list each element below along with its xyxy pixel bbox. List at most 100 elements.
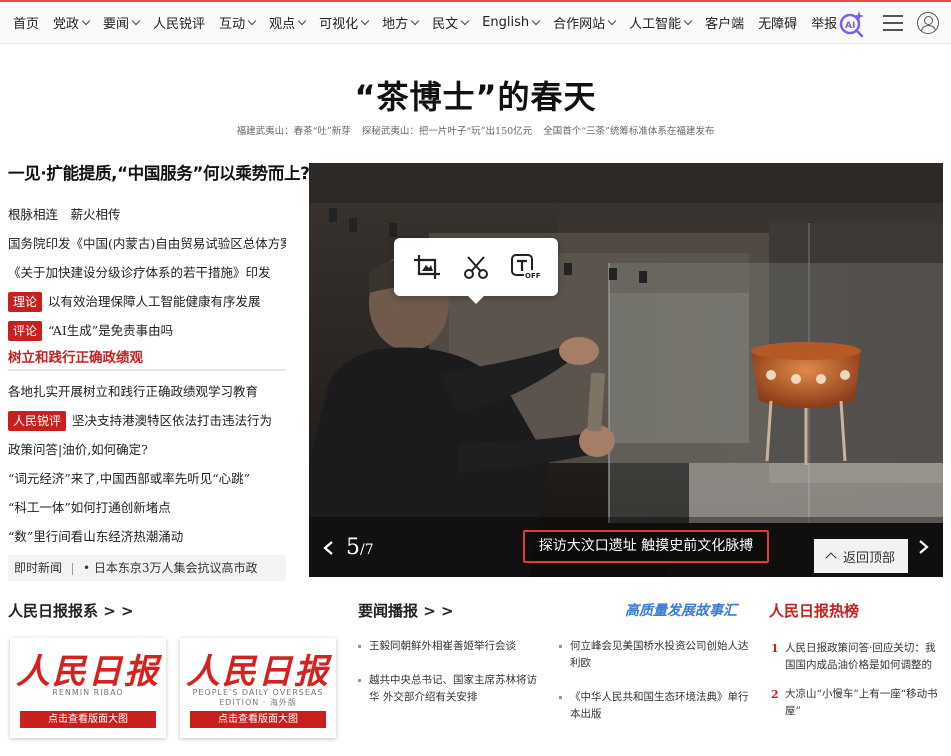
nav-item-label: 互动: [219, 17, 246, 32]
nav-item[interactable]: 客户端: [698, 2, 751, 43]
list-item[interactable]: 《关于加快建设分级诊疗体系的若干措施》印发: [8, 258, 286, 287]
newspaper-card[interactable]: 人民日报 PEOPLE'S DAILY OVERSEAS EDITION · 海…: [180, 638, 336, 738]
nav-item[interactable]: 人工智能: [622, 2, 698, 43]
chevron-down-icon: [531, 16, 541, 26]
chevron-down-icon: [81, 16, 91, 26]
story-section-title[interactable]: 高质量发展故事汇: [625, 600, 737, 620]
list-item-text: 各地扎实开展树立和践行正确政绩观学习教育: [8, 384, 259, 399]
list-item-text: 《关于加快建设分级诊疗体系的若干措施》印发: [8, 265, 271, 280]
nav-item[interactable]: English: [475, 2, 546, 43]
nav-item-label: 无障碍: [758, 17, 798, 32]
left-top-story-title[interactable]: 一见·扩能提质,“中国服务”何以乘势而上?: [8, 160, 310, 184]
chevron-down-icon: [297, 16, 307, 26]
hot-list-item[interactable]: 1 人民日报政策问答·回应关切：我国国内成品油价格是如何调整的: [769, 640, 944, 674]
hot-list: 1 人民日报政策问答·回应关切：我国国内成品油价格是如何调整的 2 大凉山“小慢…: [769, 640, 944, 732]
chevron-down-icon: [607, 16, 617, 26]
news-list-col-2: 何立峰会见美国桥水投资公司创始人达利欧 《中华人民共和国生态环境法典》单行本出版: [558, 638, 753, 740]
nav-item[interactable]: 互动: [212, 2, 262, 43]
svg-text:AI: AI: [845, 21, 855, 31]
news-item[interactable]: 王毅同朝鲜外相崔善姬举行会谈: [357, 638, 547, 655]
nav-item-label: 客户端: [705, 17, 745, 32]
ai-search-icon[interactable]: AI: [837, 8, 867, 38]
list-item[interactable]: “科工一体”如何打通创新堵点: [8, 493, 286, 522]
slide-current: 5: [346, 535, 360, 560]
photo-carousel[interactable]: [309, 163, 943, 577]
crop-image-icon[interactable]: [410, 250, 444, 284]
list-item-text: “科工一体”如何打通创新堵点: [8, 500, 171, 515]
ticker-label: 即时新闻: [14, 561, 63, 575]
list-item[interactable]: 国务院印发《中国(内蒙古)自由贸易试验区总体方案》: [8, 229, 286, 258]
subhead-link[interactable]: 探秘武夷山：把一片叶子“玩”出150亿元: [362, 126, 532, 137]
hot-text: 大凉山“小慢车”上有一座“移动书屋”: [785, 688, 938, 717]
list-item[interactable]: 政策问答|油价,如何确定?: [8, 435, 286, 464]
nav-item[interactable]: 首页: [6, 2, 46, 43]
next-slide-icon[interactable]: [916, 540, 930, 554]
image-tools-popup: OFF: [394, 238, 558, 304]
back-to-top-button[interactable]: 返回顶部: [814, 539, 908, 573]
user-account-icon[interactable]: [917, 11, 939, 34]
chevron-down-icon: [360, 16, 370, 26]
list-item[interactable]: 理论 以有效治理保障人工智能健康有序发展: [8, 287, 286, 316]
nav-item[interactable]: 可视化: [312, 2, 375, 43]
hot-text: 人民日报政策问答·回应关切：我国国内成品油价格是如何调整的: [785, 642, 936, 671]
nav-item[interactable]: 要闻: [96, 2, 146, 43]
prev-slide-icon[interactable]: [322, 541, 336, 555]
nav-item[interactable]: 民文: [425, 2, 475, 43]
back-to-top-label: 返回顶部: [842, 550, 895, 566]
newspaper-card[interactable]: 人民日报 RENMIN RIBAO 点击查看版面大图: [10, 638, 166, 738]
nav-item[interactable]: 合作网站: [546, 2, 622, 43]
nav-item[interactable]: 观点: [262, 2, 312, 43]
left-news-column: 一见·扩能提质,“中国服务”何以乘势而上? 根脉相连 薪火相传 国务院印发《中国(…: [8, 160, 310, 581]
hot-rank: 1: [771, 642, 779, 655]
nav-item-label: 观点: [269, 17, 296, 32]
view-page-button[interactable]: 点击查看版面大图: [20, 711, 156, 728]
newspaper-masthead: 人民日报: [16, 652, 160, 692]
news-list-col-1: 王毅同朝鲜外相崔善姬举行会谈 越共中央总书记、国家主席苏林将访华 外交部介绍有关…: [357, 638, 547, 723]
list-item-text: “数”里行间看山东经济热潮涌动: [8, 529, 184, 544]
section-heading[interactable]: 树立和践行正确政绩观: [8, 346, 286, 371]
category-tag[interactable]: 理论: [8, 292, 43, 312]
nav-item-label: 人工智能: [629, 17, 682, 32]
hot-rank: 2: [771, 688, 779, 701]
nav-item[interactable]: 地方: [375, 2, 425, 43]
svg-text:OFF: OFF: [525, 272, 540, 280]
subhead-link[interactable]: 全国首个“三茶”统筹标准体系在福建发布: [543, 126, 714, 137]
nav-item-label: English: [482, 15, 530, 30]
list-item[interactable]: 各地扎实开展树立和践行正确政绩观学习教育: [8, 377, 286, 406]
hot-list-item[interactable]: 2 大凉山“小慢车”上有一座“移动书屋”: [769, 686, 944, 720]
nav-item-label: 可视化: [319, 17, 359, 32]
news-item[interactable]: 越共中央总书记、国家主席苏林将访华 外交部介绍有关安排: [357, 672, 547, 706]
nav-item[interactable]: 党政: [46, 2, 96, 43]
subhead-link[interactable]: 福建武夷山：春茶“吐”新芽: [237, 126, 351, 137]
slide-caption[interactable]: 探访大汶口遗址 触摸史前文化脉搏: [523, 530, 769, 563]
left-news-list: 根脉相连 薪火相传 国务院印发《中国(内蒙古)自由贸易试验区总体方案》《关于加快建…: [8, 200, 286, 345]
nav-right-tools: AI: [831, 2, 951, 43]
text-off-icon[interactable]: OFF: [508, 250, 542, 284]
news-item[interactable]: 何立峰会见美国桥水投资公司创始人达利欧: [558, 638, 753, 672]
ticker-text[interactable]: • 日本东京3万人集会抗议高市政: [83, 561, 258, 575]
slide-counter: 5/7: [346, 535, 374, 560]
list-item[interactable]: 人民锐评 坚决支持港澳特区依法打击违法行为: [8, 406, 286, 435]
news-section-title[interactable]: 要闻播报 > >: [358, 600, 454, 621]
page-headline[interactable]: “茶博士”的春天: [0, 72, 951, 118]
news-item[interactable]: 《中华人民共和国生态环境法典》单行本出版: [558, 689, 753, 723]
list-item-text: “AI生成”是免责事由吗: [48, 323, 174, 338]
nav-item-label: 要闻: [103, 17, 130, 32]
hamburger-menu-icon[interactable]: [883, 14, 903, 31]
instant-news-ticker[interactable]: 即时新闻 • 日本东京3万人集会抗议高市政: [8, 555, 286, 581]
list-item[interactable]: 评论 “AI生成”是免责事由吗: [8, 316, 286, 345]
list-item[interactable]: 根脉相连 薪火相传: [8, 200, 286, 229]
chevron-down-icon: [683, 16, 693, 26]
papers-section-title[interactable]: 人民日报报系 > >: [8, 600, 134, 621]
nav-item[interactable]: 无障碍: [751, 2, 804, 43]
hot-list-title[interactable]: 人民日报热榜: [769, 600, 859, 621]
category-tag[interactable]: 人民锐评: [8, 411, 67, 431]
view-page-button[interactable]: 点击查看版面大图: [190, 711, 326, 728]
category-tag[interactable]: 评论: [8, 321, 43, 341]
list-item-text: 坚决支持港澳特区依法打击违法行为: [72, 413, 273, 428]
list-item[interactable]: “词元经济”来了,中国西部或率先听见“心跳”: [8, 464, 286, 493]
nav-item-label: 党政: [53, 17, 80, 32]
scissors-cut-icon[interactable]: [459, 250, 493, 284]
nav-item[interactable]: 人民锐评: [146, 2, 212, 43]
list-item[interactable]: “数”里行间看山东经济热潮涌动: [8, 522, 286, 551]
